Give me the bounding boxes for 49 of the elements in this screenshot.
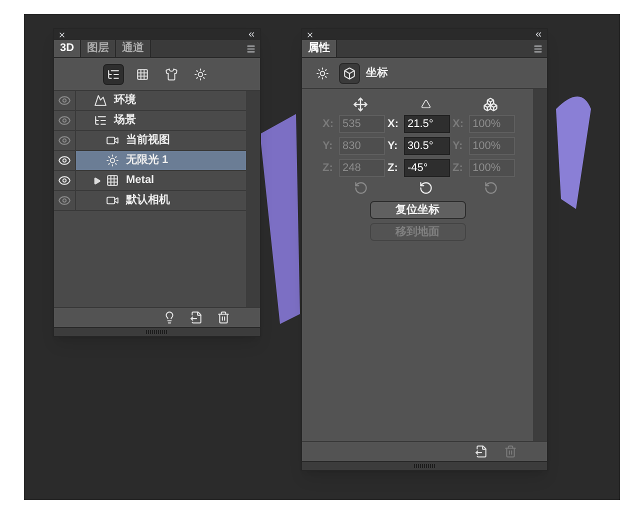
mesh-icon [136,68,149,80]
panel-tab[interactable]: 图层 [81,40,116,57]
tree-row-label: Metal [126,173,154,188]
sun-icon [316,66,329,80]
angle-icon [420,99,430,109]
camera-icon [106,194,119,207]
visibility-eye-icon[interactable] [58,174,71,187]
value-field[interactable]: 21.5° [404,115,450,133]
scale-cube-icon [483,96,498,112]
mesh-icon [106,174,119,187]
cube-icon [343,66,356,80]
tree-row-label: 默认相机 [126,192,170,208]
axis-label: X: [388,116,400,132]
environment-icon [94,94,107,107]
camera-icon [106,134,119,147]
collapse-icon[interactable] [534,30,543,39]
scene-icon [107,68,120,80]
sun-icon [194,68,207,80]
delete-icon[interactable] [217,311,230,324]
axis-label: Y: [388,138,399,154]
mode-label: 坐标 [366,66,388,81]
add-light-icon[interactable] [163,311,176,324]
panel-menu-icon[interactable] [246,44,256,54]
mode-button[interactable] [339,62,360,84]
tree-row-label: 环境 [114,92,136,108]
sun-icon [106,154,119,167]
panel-tab[interactable]: 通道 [116,40,152,57]
value-field[interactable]: -45° [404,159,450,177]
material-icon [165,68,178,80]
move-icon [353,96,368,112]
scrollbar-track[interactable] [533,89,547,441]
value-field[interactable]: 30.5° [404,137,450,155]
visibility-eye-icon[interactable] [58,154,71,167]
tree-row-label: 无限光 1 [126,152,168,168]
tree-row-label: 当前视图 [126,132,170,148]
panel-tab[interactable]: 属性 [302,40,337,57]
collapse-icon[interactable] [247,30,256,39]
axis-label: Z: [388,160,399,176]
action-button[interactable]: 复位坐标 [370,201,466,219]
tree-row[interactable]: 无限光 1 [76,151,246,170]
close-icon[interactable] [306,30,314,38]
panel-menu-icon[interactable] [533,44,543,54]
close-icon[interactable] [58,30,66,38]
panel-tab[interactable]: 3D [54,40,82,57]
scrollbar-track[interactable] [246,91,260,307]
scene-icon [94,114,107,127]
expand-triangle-icon[interactable] [93,176,101,184]
filter-button[interactable] [103,64,124,84]
tree-row-label: 场景 [114,112,136,128]
